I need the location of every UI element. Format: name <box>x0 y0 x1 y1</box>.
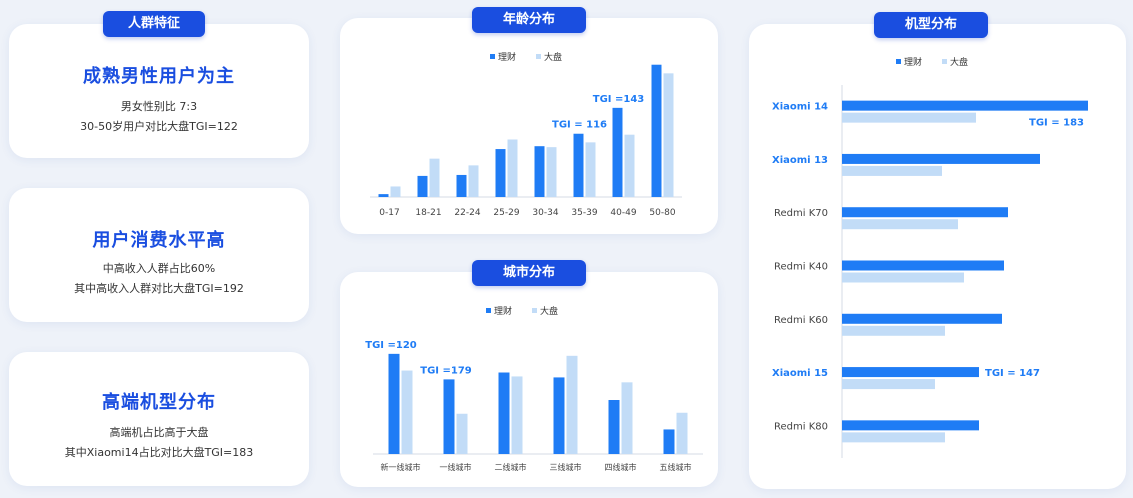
age-chart-card <box>340 18 718 234</box>
feature-card-3: 高端机型分布 高端机占比高于大盘 其中Xiaomi14占比对比大盘TGI=183 <box>9 352 309 486</box>
feature-title: 高端机型分布 <box>102 392 216 413</box>
feature-card-2: 用户消费水平高 中高收入人群占比60% 其中高收入人群对比大盘TGI=192 <box>9 188 309 322</box>
feature-line: 中高收入人群占比60% <box>102 262 216 275</box>
feature-line: 高端机占比高于大盘 <box>109 426 209 439</box>
feature-title: 成熟男性用户为主 <box>83 66 235 87</box>
model-chart-card <box>749 24 1126 489</box>
city-chart-card <box>340 272 718 487</box>
feature-title: 用户消费水平高 <box>92 230 226 251</box>
city-chart-pill: 城市分布 <box>472 260 586 286</box>
feature-card-1: 成熟男性用户为主 男女性别比 7:3 30-50岁用户对比大盘TGI=122 <box>9 24 309 158</box>
feature-line: 其中Xiaomi14占比对比大盘TGI=183 <box>64 446 254 459</box>
feature-line: 其中高收入人群对比大盘TGI=192 <box>74 282 244 295</box>
feature-line: 30-50岁用户对比大盘TGI=122 <box>80 120 238 133</box>
age-chart-pill: 年龄分布 <box>472 7 586 33</box>
features-pill: 人群特征 <box>103 11 205 37</box>
feature-line: 男女性别比 7:3 <box>120 100 198 113</box>
model-chart-pill: 机型分布 <box>874 12 988 38</box>
